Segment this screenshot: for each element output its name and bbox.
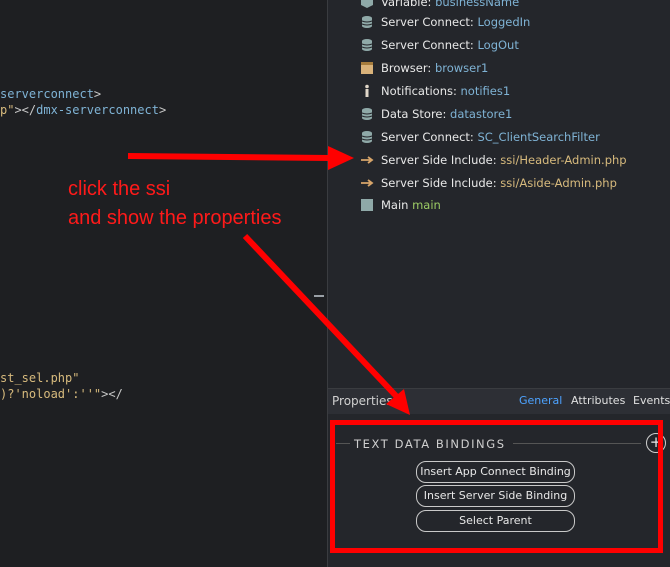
annotation-arrow-down xyxy=(242,233,410,415)
annotation-highlight-box xyxy=(330,420,663,553)
annotation-arrow-right xyxy=(127,146,354,170)
